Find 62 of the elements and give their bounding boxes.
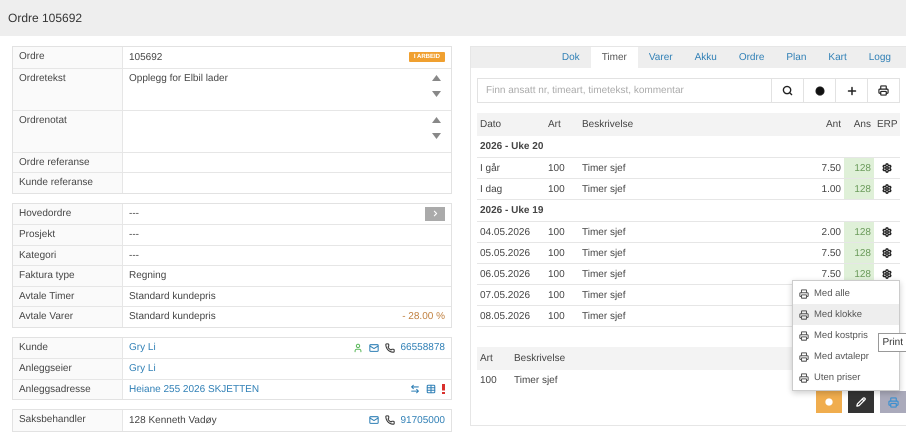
- discount-value: - 28.00 %: [402, 311, 445, 322]
- field-value: ---: [129, 250, 140, 261]
- field-label: Kunde: [13, 338, 123, 358]
- tooltip: Print: [878, 333, 906, 352]
- field-label: Anleggsadresse: [13, 380, 123, 399]
- table-cell: Timer sjef: [579, 158, 794, 179]
- date-cell: 06.05.2026: [477, 264, 545, 285]
- field-value: Opplegg for Elbil lader: [129, 72, 229, 84]
- column-header: Ans: [844, 113, 874, 136]
- field-label: Saksbehandler: [13, 410, 123, 430]
- field-label: Hovedordre: [13, 204, 123, 224]
- date-cell: 07.05.2026: [477, 285, 545, 306]
- field-value: Regning: [129, 270, 168, 282]
- table-cell: 100: [545, 264, 579, 285]
- field-value: 128 Kenneth Vadøy: [129, 414, 218, 426]
- field-label: Anleggseier: [13, 359, 123, 378]
- column-header: Art: [545, 113, 579, 136]
- table-cell-text: 100: [479, 374, 498, 388]
- table-cell: 100: [545, 158, 579, 179]
- date-cell: 05.05.2026: [477, 243, 545, 264]
- column-header: Beskrivelse: [579, 113, 794, 136]
- employee-cell: 128: [844, 243, 874, 264]
- field-label: Ordrenotat: [13, 110, 123, 152]
- field-value: 105692: [129, 52, 164, 63]
- field-label: Ordre referanse: [13, 152, 123, 172]
- column-header: ERP: [874, 113, 900, 136]
- field-value: Standard kundepris: [129, 290, 217, 302]
- table-cell: Timer sjef: [579, 222, 794, 243]
- table-cell: 100: [545, 285, 579, 306]
- table-cell: 100: [545, 179, 579, 200]
- table-cell: Timer sjef: [579, 179, 794, 200]
- column-header: Dato: [477, 113, 545, 136]
- week-heading: 2026 - Uke 19: [477, 200, 900, 222]
- table-cell: 100: [545, 306, 579, 327]
- date-cell: 04.05.2026: [477, 222, 545, 243]
- date-cell: I går: [477, 158, 545, 179]
- field-label: Ordre: [13, 47, 123, 68]
- date-cell: I dag: [477, 179, 545, 200]
- field-label: Kategori: [13, 246, 123, 265]
- date-cell: 08.05.2026: [477, 306, 545, 327]
- field-label: Avtale Timer: [13, 286, 123, 306]
- column-header: Art: [477, 347, 511, 370]
- table-cell: Timer sjef: [579, 264, 794, 285]
- table-cell: 100: [545, 243, 579, 264]
- table-cell-text: Timer sjef: [513, 374, 559, 388]
- column-header: Beskrivelse: [511, 347, 568, 370]
- field-label: Prosjekt: [13, 225, 123, 244]
- field-value: ---: [129, 229, 140, 240]
- table-cell: Timer sjef: [579, 243, 794, 264]
- employee-cell: 128: [844, 179, 874, 200]
- field-label: Kunde referanse: [13, 173, 123, 192]
- week-heading: 2026 - Uke 20: [477, 136, 900, 158]
- column-header: Ant: [794, 113, 844, 136]
- table-cell: 100: [545, 222, 579, 243]
- field-label: Avtale Varer: [13, 307, 123, 326]
- employee-cell: 128: [844, 158, 874, 179]
- field-label: Ordretekst: [13, 68, 123, 110]
- field-value: Standard kundepris: [129, 311, 217, 322]
- employee-cell: 128: [844, 222, 874, 243]
- field-value: ---: [129, 208, 140, 220]
- page-title: Ordre 105692: [8, 11, 82, 25]
- field-label: Faktura type: [13, 266, 123, 286]
